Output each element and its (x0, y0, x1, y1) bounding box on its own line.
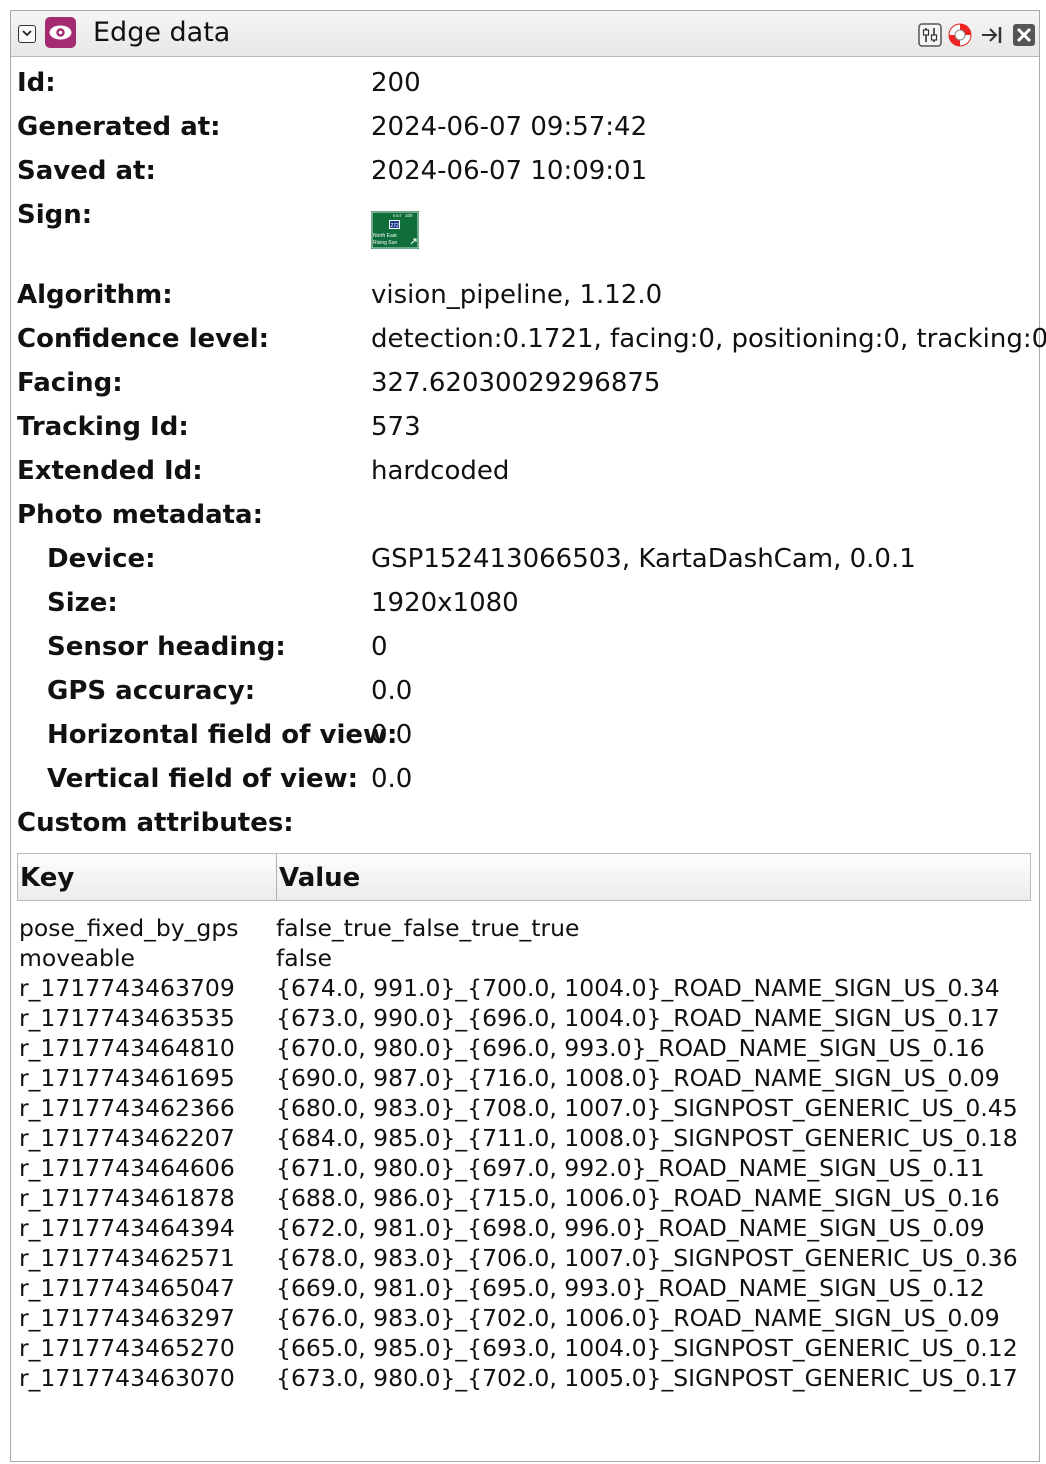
field-value: hardcoded (371, 456, 510, 486)
dock-pin-icon[interactable] (979, 22, 1005, 48)
cell-value: {678.0, 983.0}_{706.0, 1007.0}_SIGNPOST_… (276, 1244, 1018, 1272)
cell-value: {673.0, 990.0}_{696.0, 1004.0}_ROAD_NAME… (276, 1004, 1000, 1032)
field-value: 0.0 (371, 676, 413, 706)
svg-text:272: 272 (391, 223, 400, 229)
cell-key: r_1717743464394 (19, 1214, 235, 1242)
cell-value: {669.0, 981.0}_{695.0, 993.0}_ROAD_NAME_… (276, 1274, 985, 1302)
settings-icon[interactable] (917, 22, 943, 48)
table-row[interactable]: r_1717743463297 {676.0, 983.0}_{702.0, 10… (17, 1303, 1031, 1333)
cell-value: false_true_false_true_true (276, 914, 580, 942)
eye-icon (45, 17, 76, 48)
cell-key: r_1717743462571 (19, 1244, 235, 1272)
field-label: Vertical field of view: (47, 764, 359, 794)
table-row[interactable]: r_1717743463070 {673.0, 980.0}_{702.0, 10… (17, 1363, 1031, 1393)
field-value: 0.0 (371, 764, 413, 794)
table-row[interactable]: r_1717743462571 {678.0, 983.0}_{706.0, 10… (17, 1243, 1031, 1273)
field-label: Sensor heading: (47, 632, 286, 662)
cell-value: {671.0, 980.0}_{697.0, 992.0}_ROAD_NAME_… (276, 1154, 985, 1182)
cell-value: {672.0, 981.0}_{698.0, 996.0}_ROAD_NAME_… (276, 1214, 985, 1242)
field-value: vision_pipeline, 1.12.0 (371, 280, 663, 310)
cell-key: r_1717743463709 (19, 974, 235, 1002)
field-label: Generated at: (17, 112, 221, 142)
cell-value: {670.0, 980.0}_{696.0, 993.0}_ROAD_NAME_… (276, 1034, 985, 1062)
cell-value: {690.0, 987.0}_{716.0, 1008.0}_ROAD_NAME… (276, 1064, 1000, 1092)
field-label: Extended Id: (17, 456, 203, 486)
field-label: Id: (17, 68, 56, 98)
table-row[interactable]: pose_fixed_by_gps false_true_false_true_t… (17, 913, 1031, 943)
table-row[interactable]: r_1717743464394 {672.0, 981.0}_{698.0, 99… (17, 1213, 1031, 1243)
table-row[interactable]: r_1717743462366 {680.0, 983.0}_{708.0, 10… (17, 1093, 1031, 1123)
field-label: Sign: (17, 200, 93, 230)
cell-key: pose_fixed_by_gps (19, 914, 239, 942)
close-icon[interactable] (1011, 22, 1037, 48)
cell-key: r_1717743461878 (19, 1184, 235, 1212)
cell-value: {673.0, 980.0}_{702.0, 1005.0}_SIGNPOST_… (276, 1364, 1018, 1392)
cell-key: r_1717743463535 (19, 1004, 235, 1032)
field-label: Size: (47, 588, 118, 618)
cell-key: r_1717743462207 (19, 1124, 235, 1152)
cell-key: r_1717743464606 (19, 1154, 235, 1182)
field-value: 327.62030029296875 (371, 368, 661, 398)
panel-titlebar: Edge data (11, 11, 1039, 57)
table-row[interactable]: moveable false (17, 943, 1031, 973)
cell-key: r_1717743464810 (19, 1034, 235, 1062)
table-row[interactable]: r_1717743465047 {669.0, 981.0}_{695.0, 99… (17, 1273, 1031, 1303)
cell-key: r_1717743462366 (19, 1094, 235, 1122)
edge-data-panel: Edge data Id: 200 Generated at: 2024-06-… (10, 10, 1046, 1462)
cell-key: r_1717743465047 (19, 1274, 235, 1302)
cell-value: {665.0, 985.0}_{693.0, 1004.0}_SIGNPOST_… (276, 1334, 1018, 1362)
table-row[interactable]: r_1717743464606 {671.0, 980.0}_{697.0, 99… (17, 1153, 1031, 1183)
cell-key: r_1717743463297 (19, 1304, 235, 1332)
field-value: 2024-06-07 10:09:01 (371, 156, 648, 186)
cell-value: {680.0, 983.0}_{708.0, 1007.0}_SIGNPOST_… (276, 1094, 1018, 1122)
cell-key: moveable (19, 944, 135, 972)
table-row[interactable]: r_1717743462207 {684.0, 985.0}_{711.0, 10… (17, 1123, 1031, 1153)
table-row[interactable]: r_1717743461878 {688.0, 986.0}_{715.0, 10… (17, 1183, 1031, 1213)
field-value: GSP152413066503, KartaDashCam, 0.0.1 (371, 544, 916, 574)
svg-text:North East: North East (373, 233, 397, 239)
panel-title: Edge data (93, 17, 231, 48)
cell-value: {674.0, 991.0}_{700.0, 1004.0}_ROAD_NAME… (276, 974, 1000, 1002)
field-value: 1920x1080 (371, 588, 519, 618)
cell-key: r_1717743463070 (19, 1364, 235, 1392)
field-value: 2024-06-07 09:57:42 (371, 112, 648, 142)
cell-value: {676.0, 983.0}_{702.0, 1006.0}_ROAD_NAME… (276, 1304, 1000, 1332)
field-value: detection:0.1721, facing:0, positioning:… (371, 324, 1046, 354)
cell-value: false (276, 944, 332, 972)
field-value: 0.0 (371, 720, 413, 750)
field-label: GPS accuracy: (47, 676, 256, 706)
table-header: Key Value (17, 853, 1031, 901)
cell-key: r_1717743461695 (19, 1064, 235, 1092)
section-label: Photo metadata: (17, 500, 263, 530)
table-row[interactable]: r_1717743463535 {673.0, 990.0}_{696.0, 10… (17, 1003, 1031, 1033)
cell-value: {684.0, 985.0}_{711.0, 1008.0}_SIGNPOST_… (276, 1124, 1018, 1152)
field-label: Device: (47, 544, 156, 574)
svg-text:Rising Sun: Rising Sun (373, 240, 397, 246)
sign-thumbnail-image: EXIT 100 272 North East Rising Sun (371, 211, 419, 249)
field-label: Confidence level: (17, 324, 270, 354)
collapse-chevron-icon[interactable] (18, 25, 36, 43)
svg-text:100: 100 (405, 213, 413, 218)
field-value: 200 (371, 68, 421, 98)
column-header-key[interactable]: Key (20, 854, 74, 900)
table-row[interactable]: r_1717743461695 {690.0, 987.0}_{716.0, 10… (17, 1063, 1031, 1093)
cell-value: {688.0, 986.0}_{715.0, 1006.0}_ROAD_NAME… (276, 1184, 1000, 1212)
field-label: Tracking Id: (17, 412, 189, 442)
field-label: Saved at: (17, 156, 156, 186)
section-label: Custom attributes: (17, 808, 294, 838)
field-label: Algorithm: (17, 280, 173, 310)
help-lifebuoy-icon[interactable] (947, 22, 973, 48)
field-label: Horizontal field of view: (47, 720, 398, 750)
table-row[interactable]: r_1717743464810 {670.0, 980.0}_{696.0, 99… (17, 1033, 1031, 1063)
field-value: 0 (371, 632, 388, 662)
table-row[interactable]: r_1717743463709 {674.0, 991.0}_{700.0, 10… (17, 973, 1031, 1003)
field-label: Facing: (17, 368, 123, 398)
table-row[interactable]: r_1717743465270 {665.0, 985.0}_{693.0, 10… (17, 1333, 1031, 1363)
column-header-value[interactable]: Value (276, 854, 360, 900)
svg-text:EXIT: EXIT (393, 213, 402, 218)
field-value: 573 (371, 412, 421, 442)
cell-key: r_1717743465270 (19, 1334, 235, 1362)
